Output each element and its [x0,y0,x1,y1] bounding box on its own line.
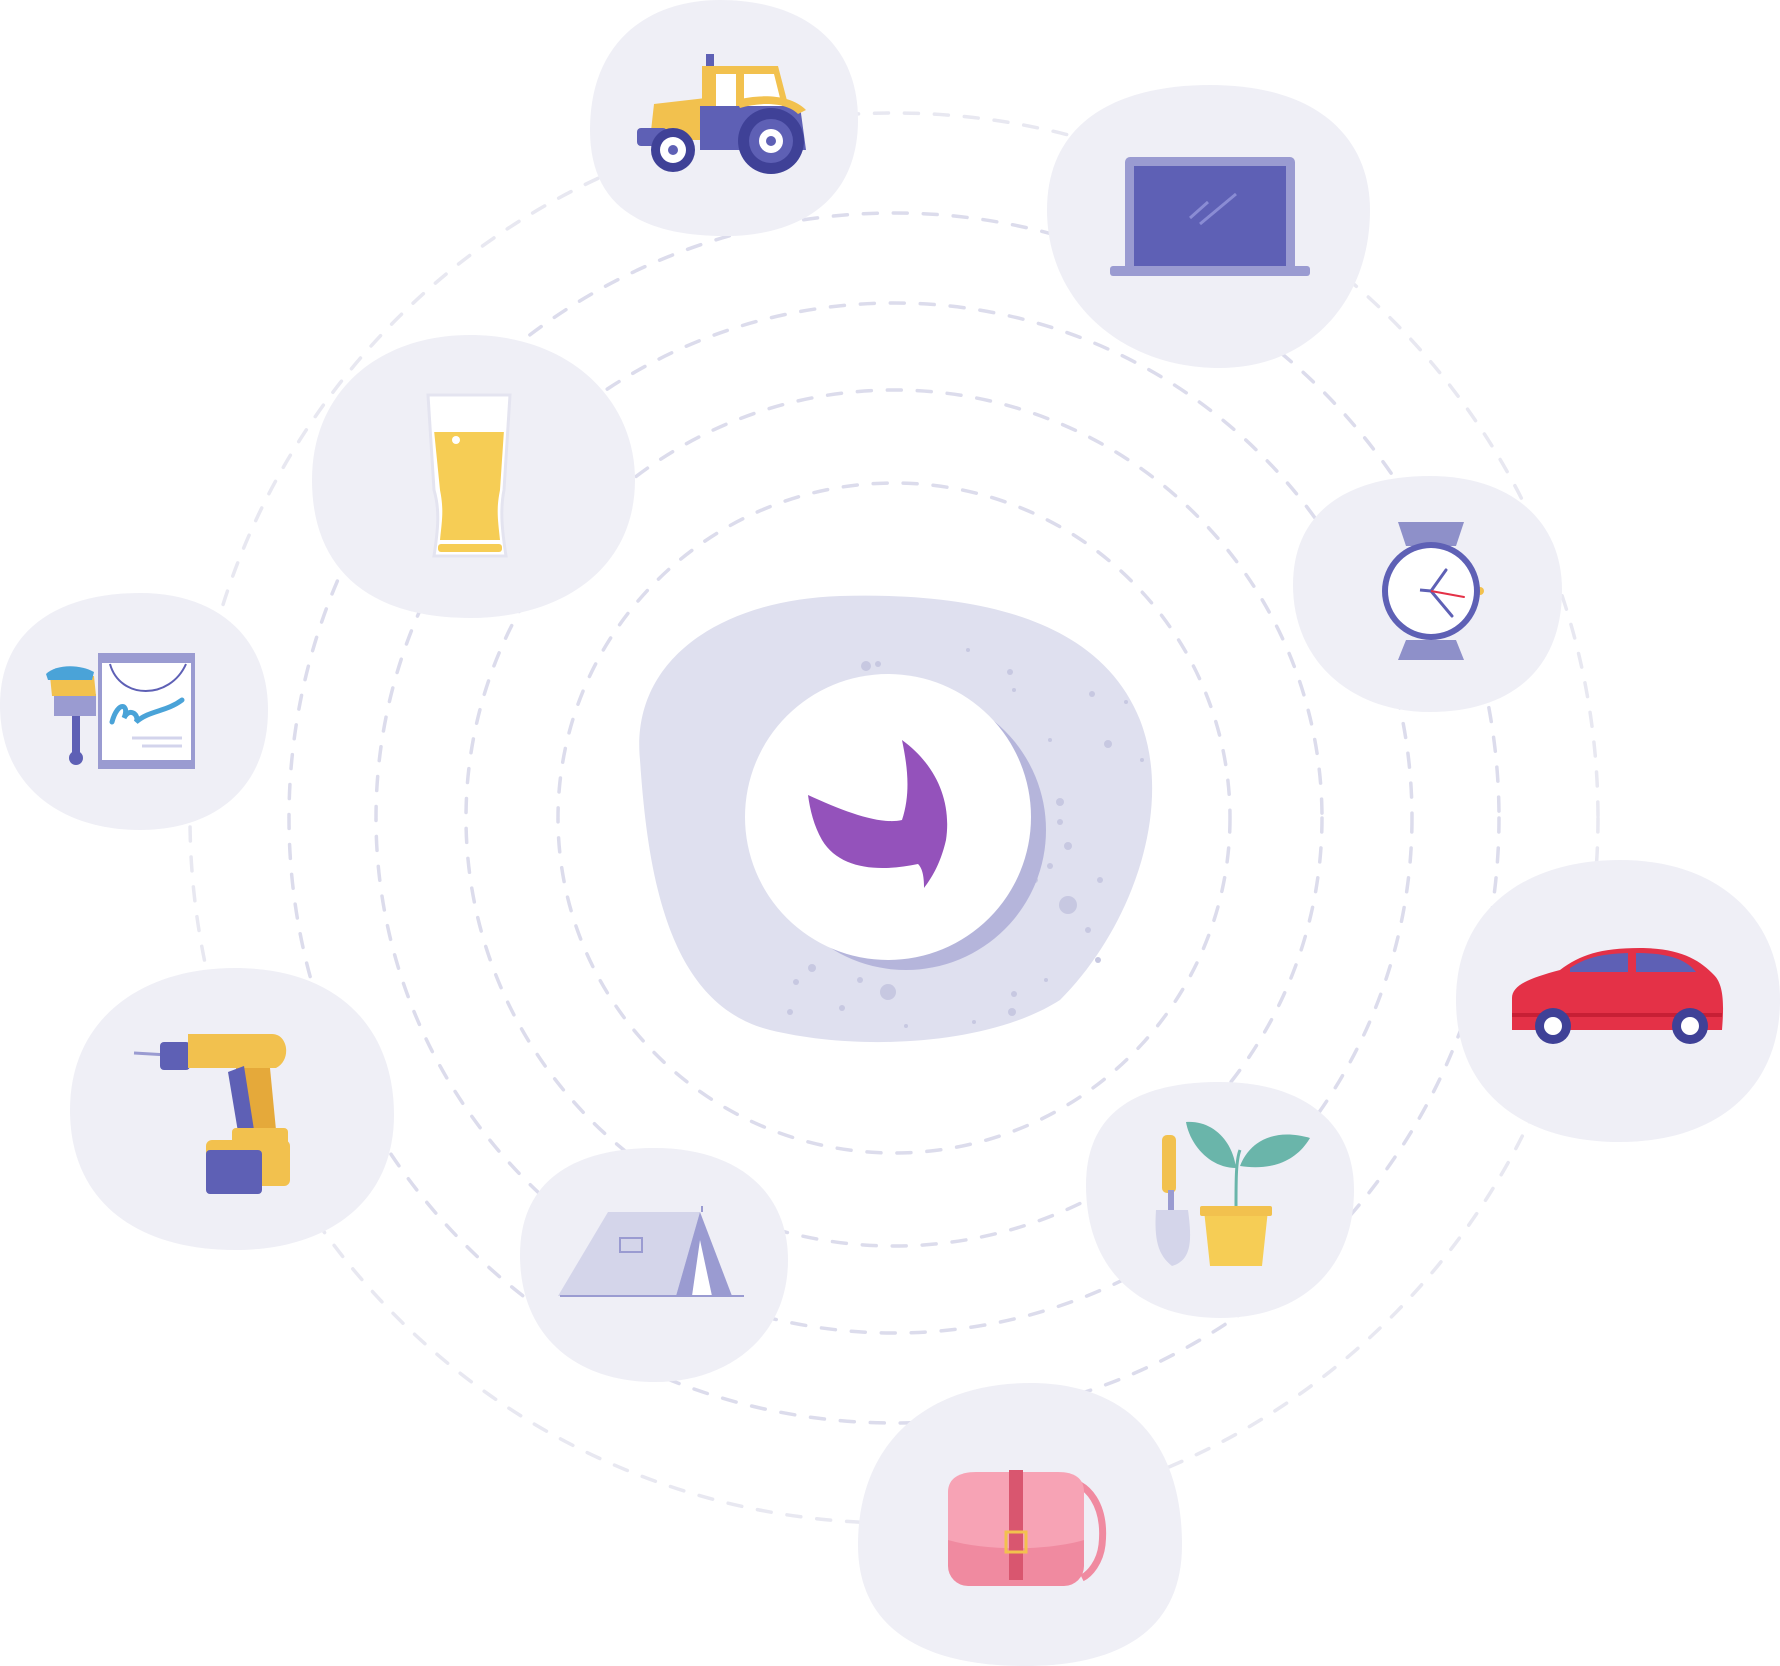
beer-glass-icon [426,393,512,558]
logo-circle [745,674,1031,960]
handbag-icon [948,1470,1107,1586]
laptop-icon [1110,157,1310,276]
center-logo [639,595,1153,1043]
bubble-drill [70,968,394,1250]
hub-illustration [0,0,1780,1666]
bubble-plant [1086,1082,1354,1318]
